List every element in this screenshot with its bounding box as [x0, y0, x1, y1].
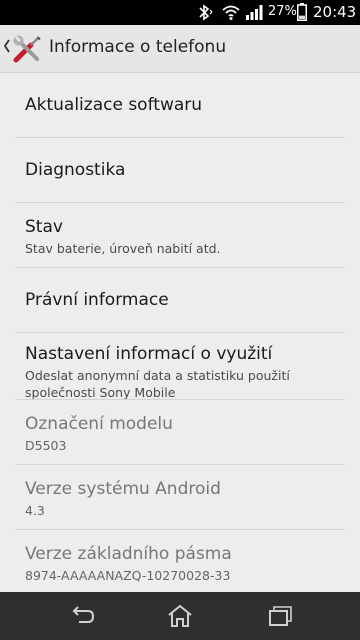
settings-list: Aktualizace softwaru Diagnostika Stav St… [0, 73, 360, 595]
page-title: Informace o telefonu [49, 37, 227, 57]
list-item-software-update[interactable]: Aktualizace softwaru [0, 73, 360, 138]
signal-icon [245, 4, 263, 25]
item-summary: 8974-AAAAANAZQ-10270028-33 [25, 568, 231, 583]
status-bar: 27% 20:43 [0, 0, 360, 25]
nfc-bluetooth-icon [197, 4, 213, 25]
list-item-status[interactable]: Stav Stav baterie, úroveň nabití atd. [0, 203, 360, 268]
list-item-diagnostics[interactable]: Diagnostika [0, 138, 360, 203]
item-title: Aktualizace softwaru [25, 95, 203, 115]
action-bar: Informace o telefonu [0, 25, 360, 73]
item-title: Diagnostika [25, 160, 126, 180]
navigation-bar [0, 592, 360, 640]
item-summary: Stav baterie, úroveň nabití atd. [25, 241, 221, 256]
item-title: Právní informace [25, 290, 169, 310]
item-summary: D5503 [25, 438, 67, 453]
battery-percent: 27% [268, 4, 297, 19]
list-item-baseband-version: Verze základního pásma 8974-AAAAANAZQ-10… [0, 530, 360, 595]
up-navigation-button[interactable]: Informace o telefonu [0, 25, 240, 72]
item-summary: 4.3 [25, 503, 45, 518]
recents-icon [269, 606, 292, 626]
item-title: Nastavení informací o využití [25, 344, 273, 364]
battery-icon [297, 3, 307, 25]
list-item-legal-info[interactable]: Právní informace [0, 268, 360, 333]
back-icon [72, 606, 95, 623]
item-title: Verze základního pásma [25, 544, 232, 564]
list-item-android-version[interactable]: Verze systému Android 4.3 [0, 465, 360, 530]
home-icon [168, 604, 192, 627]
item-title: Označení modelu [25, 414, 173, 434]
wifi-icon [222, 4, 240, 25]
chevron-left-icon [3, 37, 11, 60]
list-item-usage-info-settings[interactable]: Nastavení informací o využití Odeslat an… [0, 333, 360, 400]
clock: 20:43 [313, 3, 357, 21]
back-button[interactable] [52, 592, 112, 640]
item-summary: Odeslat anonymní data a statistiku použi… [25, 368, 290, 400]
settings-tools-icon [12, 33, 44, 69]
item-title: Verze systému Android [25, 479, 221, 499]
item-title: Stav [25, 217, 63, 237]
recents-button[interactable] [250, 592, 310, 640]
home-button[interactable] [150, 592, 210, 640]
list-item-model-number: Označení modelu D5503 [0, 400, 360, 465]
